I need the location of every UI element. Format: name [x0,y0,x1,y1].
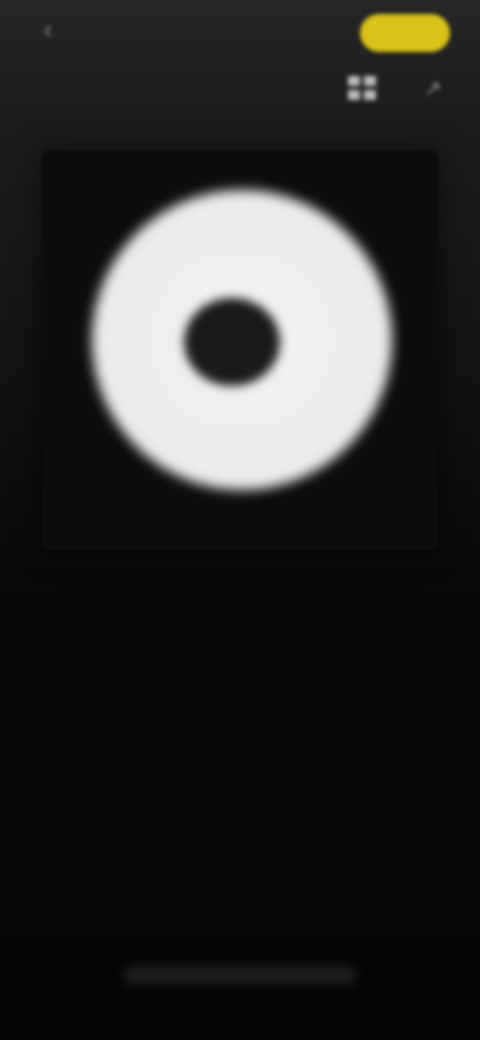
disc-label-line-2 [190,258,300,272]
top-bar: ‹ [0,0,480,60]
grid-icon[interactable] [346,74,380,102]
app-screen: ‹ ↗ [0,0,480,1040]
back-arrow-icon: ‹ [43,13,53,44]
toolbar-row: ↗ [0,66,480,110]
disc-center-hole [184,298,280,386]
disc-label-line-1 [194,226,294,240]
premium-button[interactable] [360,14,450,52]
mode-selector[interactable] [186,76,298,100]
share-icon[interactable]: ↗ [418,74,448,102]
preview-card[interactable] [42,150,438,550]
home-indicator[interactable] [124,966,356,984]
disc-side-label [314,336,354,350]
top-title [74,18,144,38]
back-button[interactable]: ‹ [28,12,68,46]
